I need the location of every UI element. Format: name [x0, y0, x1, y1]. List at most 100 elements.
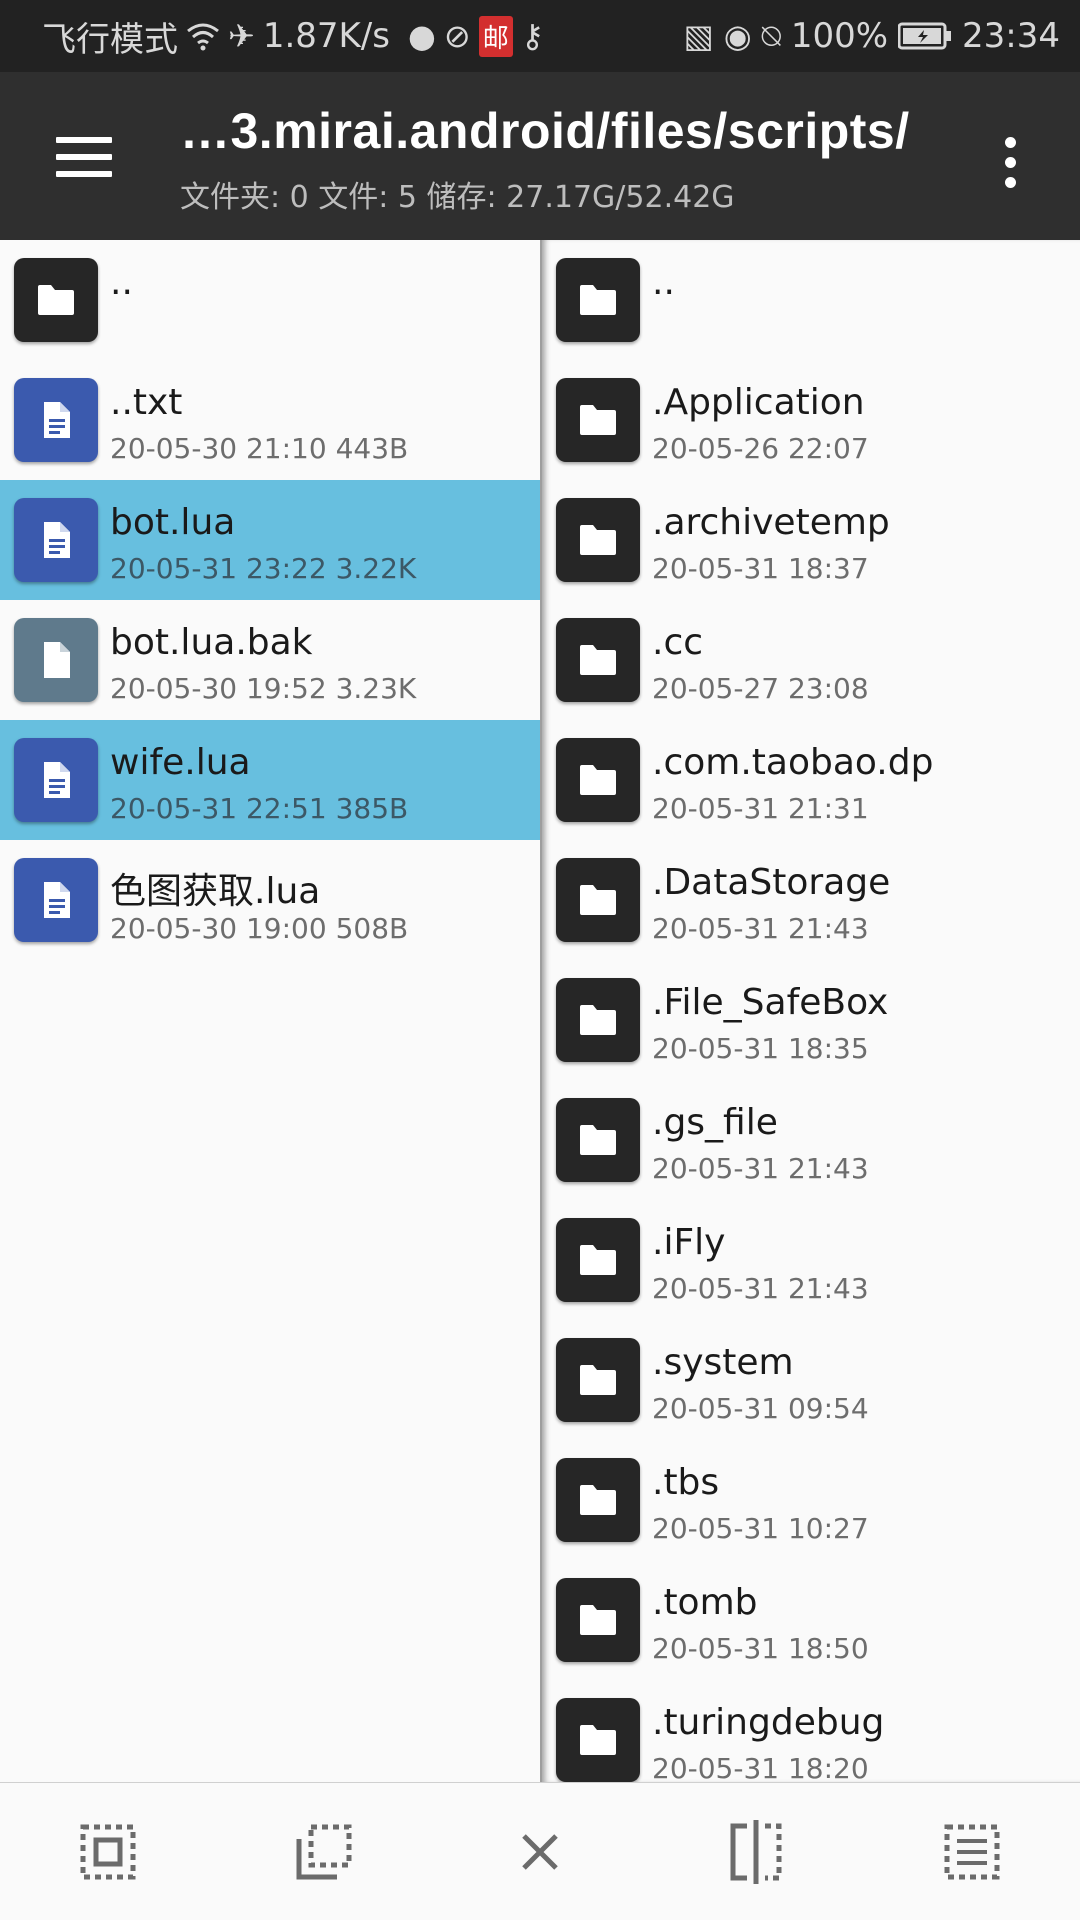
file-row[interactable]: .gs_file 20-05-31 21:43: [542, 1080, 1080, 1200]
file-name: .tbs: [652, 1462, 720, 1503]
file-row[interactable]: .tbs 20-05-31 10:27: [542, 1440, 1080, 1560]
list-select-icon: [944, 1824, 1000, 1879]
file-name: ..txt: [110, 382, 183, 423]
mute-bell-icon: ⍉: [761, 17, 781, 55]
menu-button[interactable]: [40, 122, 128, 192]
file-row[interactable]: .DataStorage 20-05-31 21:43: [542, 840, 1080, 960]
file-meta: 20-05-26 22:07: [652, 432, 869, 465]
split-view-icon: [730, 1819, 782, 1884]
file-row[interactable]: bot.lua.bak 20-05-30 19:52 3.23K: [0, 600, 540, 720]
file-row[interactable]: .Application 20-05-26 22:07: [542, 360, 1080, 480]
status-right: ▧ ◉ ⍉ 100% 23:34: [683, 16, 1060, 56]
status-bar: 飞行模式 ✈ 1.87K/s ● ⊘ 邮 ⚷ ▧ ◉ ⍉ 100% 23:34: [0, 0, 1080, 72]
file-meta: 20-05-30 19:52 3.23K: [110, 672, 417, 705]
file-meta: 20-05-30 21:10 443B: [110, 432, 409, 465]
file-row[interactable]: wife.lua 20-05-31 22:51 385B: [0, 720, 540, 840]
file-meta: 20-05-31 21:43: [652, 1152, 869, 1185]
file-row[interactable]: 色图获取.lua 20-05-30 19:00 508B: [0, 840, 540, 960]
file-name: .turingdebug: [652, 1702, 885, 1743]
file-meta: 20-05-31 21:31: [652, 792, 869, 825]
file-meta: 20-05-30 19:00 508B: [110, 912, 409, 945]
file-row[interactable]: .File_SafeBox 20-05-31 18:35: [542, 960, 1080, 1080]
file-meta: 20-05-31 22:51 385B: [110, 792, 409, 825]
battery-percent: 100%: [790, 16, 889, 56]
file-row[interactable]: bot.lua 20-05-31 23:22 3.22K: [0, 480, 540, 600]
left-file-pane[interactable]: .. ..txt 20-05-30 21:10 443B bot.lua 20-05-3…: [0, 240, 540, 1782]
file-row[interactable]: ..: [0, 240, 540, 360]
no-sim-icon: ▧: [683, 17, 714, 55]
file-meta: 20-05-31 23:22 3.22K: [110, 552, 417, 585]
file-row[interactable]: .archivetemp 20-05-31 18:37: [542, 480, 1080, 600]
folder-summary: 文件夹: 0 文件: 5 储存: 27.17G/52.42G: [180, 180, 735, 215]
file-name: bot.lua.bak: [110, 622, 313, 663]
file-name: .gs_file: [652, 1102, 778, 1143]
file-meta: 20-05-31 18:35: [652, 1032, 869, 1065]
folder-icon: [556, 258, 640, 342]
folder-icon: [556, 378, 640, 462]
file-name: .iFly: [652, 1222, 726, 1263]
hamburger-icon: [56, 137, 112, 177]
file-row[interactable]: .cc 20-05-27 23:08: [542, 600, 1080, 720]
wifi-icon: [187, 23, 219, 51]
file-meta: 20-05-31 21:43: [652, 912, 869, 945]
document-icon: [14, 858, 98, 942]
close-selection-button[interactable]: [480, 1792, 600, 1912]
select-all-button[interactable]: [48, 1792, 168, 1912]
file-row[interactable]: .iFly 20-05-31 21:43: [542, 1200, 1080, 1320]
file-name: .archivetemp: [652, 502, 890, 543]
file-name: .cc: [652, 622, 704, 663]
file-name: .com.taobao.dp: [652, 742, 934, 783]
select-range-icon: [296, 1824, 352, 1879]
folder-icon: [556, 1098, 640, 1182]
qq-icon: ●: [407, 17, 436, 55]
file-name: 色图获取.lua: [110, 871, 321, 912]
select-all-icon: [80, 1824, 136, 1879]
file-row[interactable]: ..txt 20-05-30 21:10 443B: [0, 360, 540, 480]
select-range-button[interactable]: [264, 1792, 384, 1912]
airplane-mode-label: 飞行模式: [42, 19, 178, 60]
folder-icon: [556, 1338, 640, 1422]
folder-icon: [556, 858, 640, 942]
file-row[interactable]: .system 20-05-31 09:54: [542, 1320, 1080, 1440]
file-name: .tomb: [652, 1582, 758, 1623]
list-select-button[interactable]: [912, 1792, 1032, 1912]
key-icon: ⚷: [520, 17, 545, 55]
app-bar: …3.mirai.android/files/scripts/ 文件夹: 0 文…: [0, 72, 1080, 240]
file-name: .File_SafeBox: [652, 982, 889, 1023]
close-icon: [522, 1833, 558, 1870]
right-file-pane[interactable]: .. .Application 20-05-26 22:07 .archivetemp…: [540, 240, 1080, 1782]
current-path: …3.mirai.android/files/scripts/: [180, 103, 910, 159]
folder-icon: [556, 1698, 640, 1782]
document-icon: [14, 378, 98, 462]
file-row[interactable]: .com.taobao.dp 20-05-31 21:31: [542, 720, 1080, 840]
file-meta: 20-05-31 21:43: [652, 1272, 869, 1305]
split-view-button[interactable]: [696, 1792, 816, 1912]
compass-icon: ⊘: [443, 17, 471, 55]
file-row[interactable]: .tomb 20-05-31 18:50: [542, 1560, 1080, 1680]
file-name: .DataStorage: [652, 862, 891, 903]
folder-icon: [556, 1578, 640, 1662]
file-meta: 20-05-31 18:37: [652, 552, 869, 585]
status-left: 飞行模式 ✈ 1.87K/s ● ⊘ 邮 ⚷: [42, 12, 544, 61]
mail-badge-icon: 邮: [478, 15, 513, 57]
net-speed: 1.87K/s: [262, 16, 390, 56]
document-icon: [14, 498, 98, 582]
more-options-icon[interactable]: [980, 127, 1040, 197]
document-icon: [14, 738, 98, 822]
airplane-icon: ✈: [228, 17, 255, 55]
eye-icon: ◉: [723, 17, 752, 55]
file-name: .Application: [652, 382, 865, 423]
folder-icon: [556, 1218, 640, 1302]
file-row[interactable]: ..: [542, 240, 1080, 360]
file-icon: [14, 618, 98, 702]
file-meta: 20-05-31 18:20: [652, 1752, 869, 1782]
folder-icon: [556, 498, 640, 582]
battery-icon: [898, 22, 952, 50]
folder-icon: [556, 1458, 640, 1542]
clock: 23:34: [962, 16, 1060, 56]
file-meta: 20-05-31 09:54: [652, 1392, 869, 1425]
file-name: ..: [652, 262, 675, 303]
file-row[interactable]: .turingdebug 20-05-31 18:20: [542, 1680, 1080, 1782]
file-name: ..: [110, 262, 133, 303]
folder-icon: [556, 978, 640, 1062]
